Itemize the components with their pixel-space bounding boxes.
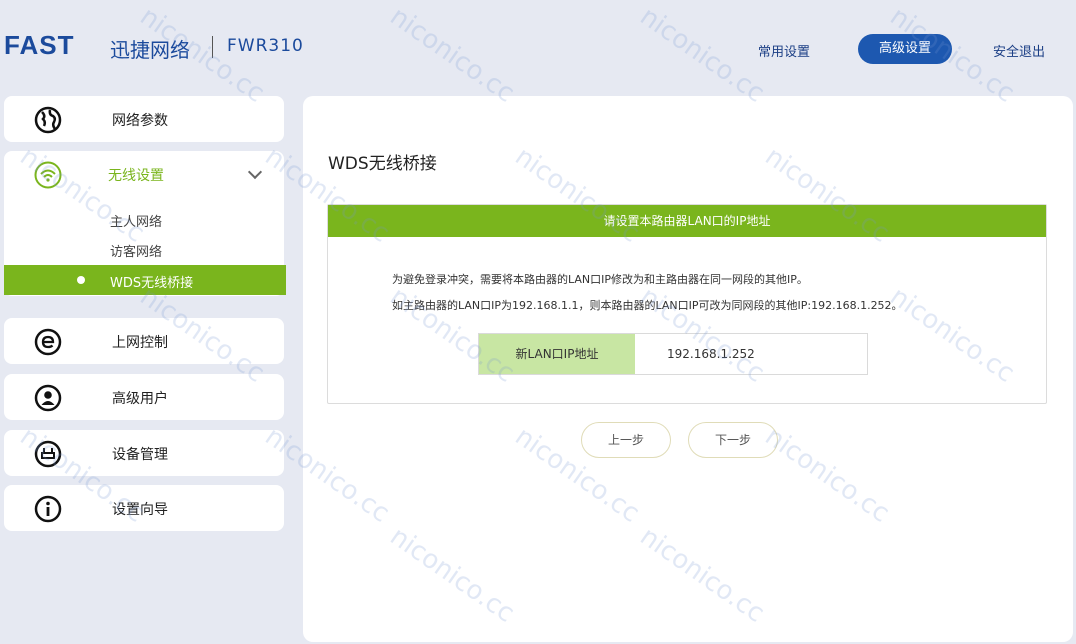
e-circle-icon — [34, 328, 62, 356]
sidebar-item-advanced-users[interactable]: 高级用户 — [4, 374, 284, 420]
lan-ip-field: 新LAN口IP地址 — [478, 333, 868, 375]
active-dot-icon — [77, 276, 85, 284]
info-icon — [34, 495, 62, 523]
sidebar-item-setup-wizard[interactable]: 设置向导 — [4, 485, 284, 531]
sidebar-subitem-wds-bridge[interactable]: WDS无线桥接 — [4, 265, 286, 295]
sidebar-item-label: 网络参数 — [112, 113, 168, 129]
lan-ip-card: 请设置本路由器LAN口的IP地址 为避免登录冲突，需要将本路由器的LAN口IP修… — [327, 204, 1047, 404]
brand-logo: FAST — [4, 30, 75, 60]
nav-logout[interactable]: 安全退出 — [993, 41, 1045, 60]
description-line-2: 如主路由器的LAN口IP为192.168.1.1，则本路由器的LAN口IP可改为… — [392, 299, 903, 312]
globe-icon — [34, 106, 62, 134]
header-divider — [212, 36, 213, 58]
page-title: WDS无线桥接 — [328, 154, 437, 174]
next-step-button[interactable]: 下一步 — [688, 422, 778, 458]
chevron-down-icon — [247, 164, 263, 180]
sidebar-item-internet-control[interactable]: 上网控制 — [4, 318, 284, 364]
sidebar-item-network-params[interactable]: 网络参数 — [4, 96, 284, 142]
router-icon — [34, 440, 62, 468]
lan-ip-label: 新LAN口IP地址 — [479, 334, 635, 374]
nav-advanced-settings[interactable]: 高级设置 — [858, 34, 952, 64]
router-model: FWR310 — [227, 36, 304, 56]
sidebar-item-label: 高级用户 — [112, 391, 168, 407]
sidebar-subitem-label: WDS无线桥接 — [110, 276, 194, 291]
sidebar-item-wireless[interactable]: 无线设置 — [4, 151, 284, 197]
nav-common-settings[interactable]: 常用设置 — [758, 41, 810, 60]
sidebar-subitem-host-network[interactable]: 主人网络 — [110, 211, 162, 230]
sidebar-subitem-guest-network[interactable]: 访客网络 — [110, 241, 162, 260]
sidebar-item-label: 设备管理 — [112, 447, 168, 463]
wifi-icon — [34, 161, 62, 189]
description-line-1: 为避免登录冲突，需要将本路由器的LAN口IP修改为和主路由器在同一网段的其他IP… — [392, 273, 808, 286]
prev-step-button[interactable]: 上一步 — [581, 422, 671, 458]
main-panel: WDS无线桥接 请设置本路由器LAN口的IP地址 为避免登录冲突，需要将本路由器… — [303, 96, 1073, 642]
sidebar-item-device-mgmt[interactable]: 设备管理 — [4, 430, 284, 476]
card-header: 请设置本路由器LAN口的IP地址 — [328, 205, 1046, 237]
brand-name-cn: 迅捷网络 — [110, 38, 190, 62]
lan-ip-input[interactable] — [635, 334, 867, 374]
top-header: FAST 迅捷网络 FWR310 常用设置 高级设置 安全退出 — [0, 0, 1076, 92]
sidebar-item-label: 无线设置 — [108, 168, 164, 184]
sidebar-item-label: 设置向导 — [112, 502, 168, 518]
user-icon — [34, 384, 62, 412]
sidebar-item-label: 上网控制 — [112, 335, 168, 351]
